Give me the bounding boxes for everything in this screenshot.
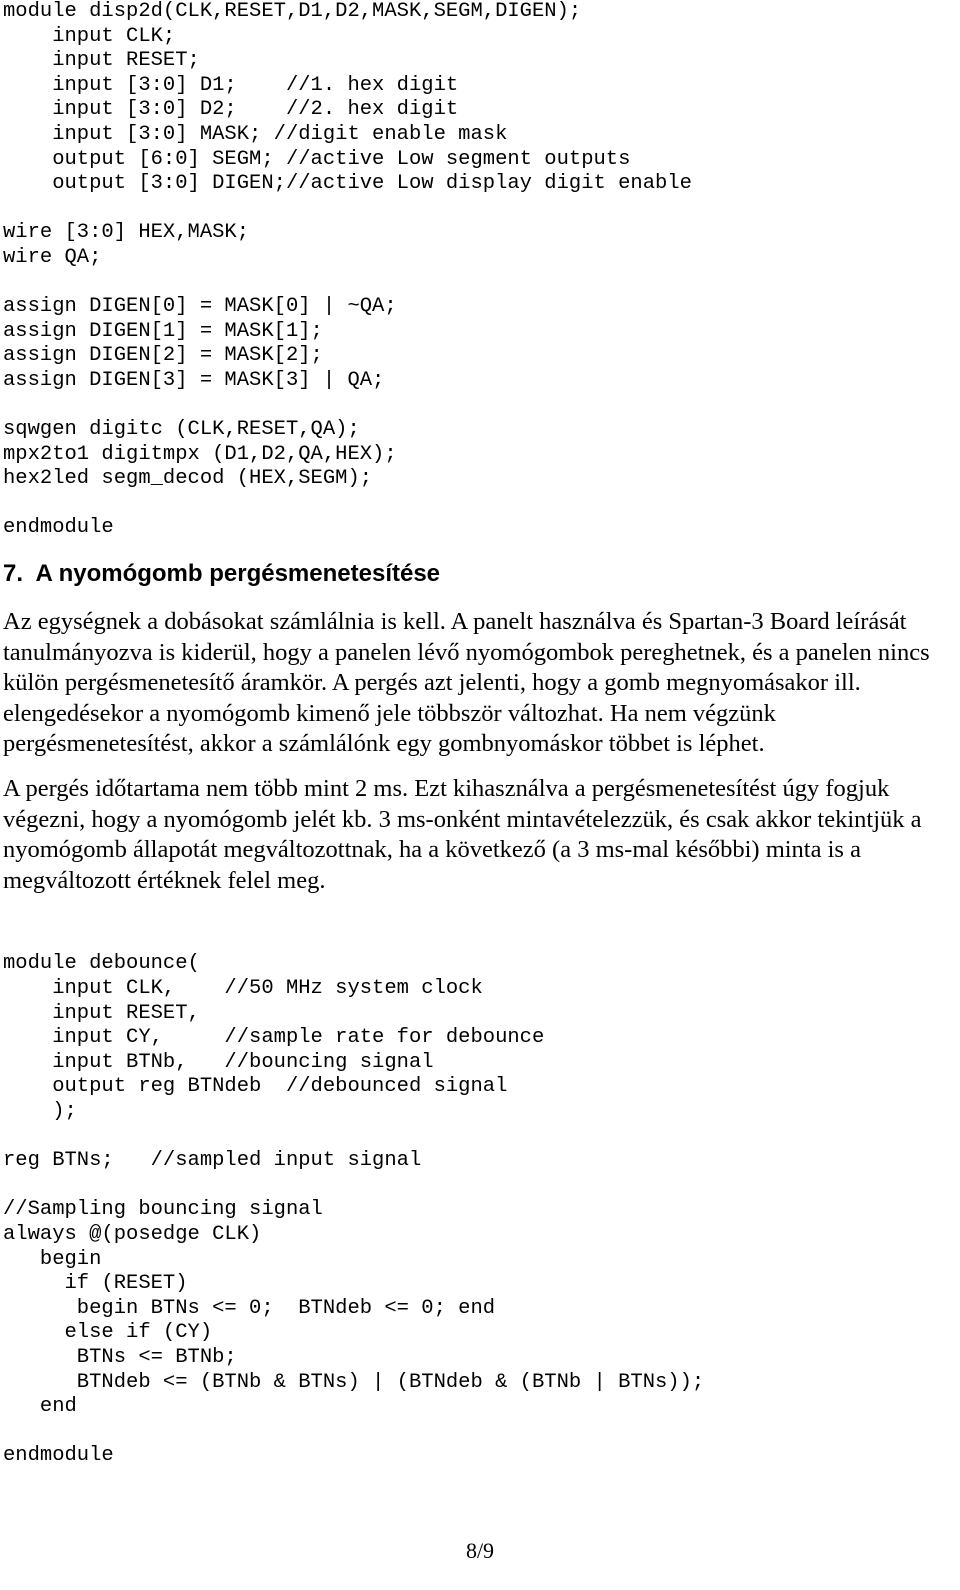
code-line: endmodule bbox=[3, 1444, 114, 1468]
code-line: mpx2to1 digitmpx (D1,D2,QA,HEX); bbox=[3, 442, 397, 466]
code-line: output reg BTNdeb //debounced signal bbox=[3, 1075, 508, 1099]
code-line: if (RESET) bbox=[3, 1272, 188, 1296]
paragraph-debounce-method: A pergés időtartama nem több mint 2 ms. … bbox=[3, 775, 922, 894]
code-line: begin BTNs <= 0; BTNdeb <= 0; end bbox=[3, 1296, 496, 1320]
code-block-debounce: module debounce( input CLK, //50 MHz sys… bbox=[0, 952, 960, 1468]
code-line: module disp2d(CLK,RESET,D1,D2,MASK,SEGM,… bbox=[3, 0, 582, 23]
code-line: input [3:0] D1; //1. hex digit bbox=[3, 73, 459, 97]
code-line: input RESET; bbox=[3, 49, 200, 73]
code-line: input CLK, //50 MHz system clock bbox=[3, 977, 483, 1000]
code-line: input CY, //sample rate for debounce bbox=[3, 1026, 545, 1050]
code-line: //Sampling bouncing signal bbox=[3, 1198, 323, 1222]
code-line: input CLK; bbox=[3, 24, 176, 48]
code-line: assign DIGEN[3] = MASK[3] | QA; bbox=[3, 368, 385, 392]
code-line: end bbox=[3, 1395, 77, 1419]
code-line: input BTNb, //bouncing signal bbox=[3, 1050, 434, 1074]
code-line: input RESET, bbox=[3, 1001, 200, 1025]
code-block-disp2d: module disp2d(CLK,RESET,D1,D2,MASK,SEGM,… bbox=[0, 0, 960, 541]
code-line: input [3:0] D2; //2. hex digit bbox=[3, 98, 459, 122]
code-line: assign DIGEN[2] = MASK[2]; bbox=[3, 344, 323, 368]
code-line: wire [3:0] HEX,MASK; bbox=[3, 221, 250, 245]
code-line: always @(posedge CLK) bbox=[3, 1222, 262, 1246]
code-line: wire QA; bbox=[3, 245, 102, 269]
code-line: BTNdeb <= (BTNb & BTNs) | (BTNdeb & (BTN… bbox=[3, 1370, 705, 1394]
document-page: module disp2d(CLK,RESET,D1,D2,MASK,SEGM,… bbox=[0, 0, 960, 1590]
code-line: sqwgen digitc (CLK,RESET,QA); bbox=[3, 418, 360, 442]
code-line: ); bbox=[3, 1099, 77, 1123]
code-line: assign DIGEN[0] = MASK[0] | ~QA; bbox=[3, 295, 397, 319]
page-number: 8/9 bbox=[465, 1538, 495, 1563]
paragraph-intro: Az egységnek a dobásokat számlálnia is k… bbox=[3, 608, 930, 758]
code-line: input [3:0] MASK; //digit enable mask bbox=[3, 122, 508, 146]
code-line: hex2led segm_decod (HEX,SEGM); bbox=[3, 467, 373, 491]
code-line: output [3:0] DIGEN;//active Low display … bbox=[3, 172, 692, 196]
code-line: assign DIGEN[1] = MASK[1]; bbox=[3, 319, 323, 343]
code-line: reg BTNs; //sampled input signal bbox=[3, 1149, 422, 1173]
section-heading: 7. A nyomógomb pergésmenetesítése bbox=[3, 560, 441, 588]
code-line: begin bbox=[3, 1247, 102, 1271]
code-line: else if (CY) bbox=[3, 1321, 213, 1345]
code-line: output [6:0] SEGM; //active Low segment … bbox=[3, 147, 631, 171]
code-line: endmodule bbox=[3, 516, 114, 540]
code-line: module debounce( bbox=[3, 952, 200, 976]
code-line: BTNs <= BTNb; bbox=[3, 1345, 237, 1369]
